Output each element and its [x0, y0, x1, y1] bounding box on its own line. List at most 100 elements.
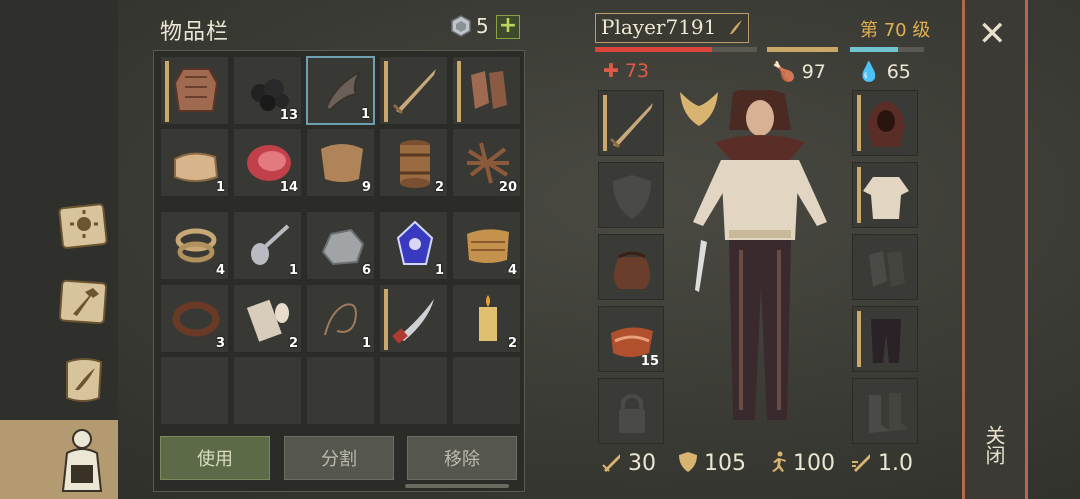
drumstick-icon: 🍗 — [772, 61, 796, 83]
food-value: 97 — [801, 61, 826, 83]
inventory-slot-candle[interactable]: 2 — [452, 284, 521, 353]
inventory-slot-fabric-roll[interactable]: 2 — [233, 284, 302, 353]
armor-value: 105 — [704, 451, 746, 476]
food-stat: 🍗 97 — [772, 60, 826, 83]
crystal-icon — [396, 220, 434, 265]
hood-icon — [867, 101, 905, 147]
tab-skills[interactable] — [52, 196, 116, 256]
inventory-slot-string[interactable]: 1 — [306, 284, 375, 353]
equip-slot-pants[interactable] — [852, 306, 918, 372]
edit-quill-icon[interactable] — [728, 18, 744, 36]
water-bar-fill — [850, 47, 899, 52]
equip-slot-pouch[interactable] — [598, 234, 664, 300]
attack-stat: 30 — [600, 450, 656, 476]
inventory-slot-saber[interactable] — [379, 284, 448, 353]
inventory-slot-sticks[interactable]: 20 — [452, 128, 521, 197]
quill-scroll-icon — [66, 358, 103, 402]
equip-slot-lock[interactable] — [598, 378, 664, 444]
inventory-slot-empty[interactable] — [160, 356, 229, 425]
armor-stat: 105 — [676, 450, 746, 476]
inventory-slot-empty[interactable] — [379, 356, 448, 425]
armor-shield-icon — [679, 452, 697, 472]
inventory-slot-barrel[interactable]: 2 — [379, 128, 448, 197]
tab-crafting[interactable] — [52, 272, 116, 332]
shield-empty-icon — [613, 175, 651, 219]
inventory-slot-empty[interactable] — [306, 356, 375, 425]
character-backpack-icon — [61, 429, 103, 492]
inventory-scrollbar[interactable] — [405, 484, 509, 488]
inventory-slot-dark-bow[interactable]: 1 — [306, 56, 375, 125]
gem-icon — [451, 15, 471, 37]
inventory-slot-leather[interactable]: 9 — [306, 128, 375, 197]
inventory-slot-leather-strap[interactable]: 3 — [160, 284, 229, 353]
hammer-scroll-icon — [58, 279, 108, 325]
equip-slot-hood[interactable] — [852, 90, 918, 156]
item-count: 9 — [361, 180, 371, 195]
sword-icon — [392, 69, 436, 115]
gambeson-icon — [173, 68, 219, 112]
equip-slot-shirt[interactable] — [852, 162, 918, 228]
item-count: 1 — [361, 336, 371, 351]
item-count: 4 — [507, 263, 517, 278]
close-button-label[interactable]: 关闭 — [982, 425, 1009, 465]
cloth-icon — [174, 152, 219, 182]
use-button[interactable]: 使用 — [160, 436, 270, 480]
attack-speed-value: 1.0 — [878, 451, 913, 476]
close-icon[interactable]: ✕ — [978, 14, 1007, 54]
equip-slot-shield-empty[interactable] — [598, 162, 664, 228]
leather-strap-icon — [172, 301, 220, 337]
inventory-slot-raw-meat[interactable]: 14 — [233, 128, 302, 197]
lock-icon — [619, 394, 645, 433]
health-cross-icon: ✚ — [603, 60, 619, 82]
candle-icon — [479, 295, 497, 341]
inventory-slot-gambeson[interactable] — [160, 56, 229, 125]
gloves-empty-icon — [869, 251, 905, 287]
string-icon — [324, 303, 357, 336]
split-button[interactable]: 分割 — [284, 436, 394, 480]
item-count: 2 — [507, 336, 517, 351]
remove-button[interactable]: 移除 — [407, 436, 517, 480]
speed-stat: 100 — [765, 450, 835, 476]
inventory-slot-spoon[interactable]: 1 — [233, 211, 302, 280]
equip-slot-bacon[interactable]: 15 — [598, 306, 664, 372]
character-model — [693, 90, 827, 420]
stone-icon — [321, 228, 365, 266]
equip-slot-gloves-empty[interactable] — [852, 234, 918, 300]
inventory-slot-crystal[interactable]: 1 — [379, 211, 448, 280]
leather-icon — [321, 144, 363, 182]
sun-scroll-icon — [58, 203, 108, 249]
item-count: 1 — [360, 107, 370, 122]
pouch-icon — [614, 251, 650, 289]
food-bar-fill — [767, 47, 838, 52]
item-count: 2 — [434, 180, 444, 195]
attack-value: 30 — [628, 451, 656, 476]
inventory-slot-sword[interactable] — [379, 56, 448, 125]
player-level: 第 70 级 — [860, 20, 931, 41]
fabric-roll-icon — [246, 299, 289, 342]
item-count: 1 — [288, 263, 298, 278]
spoon-icon — [251, 224, 290, 265]
inventory-slot-coal[interactable]: 13 — [233, 56, 302, 125]
inventory-slot-stone[interactable]: 6 — [306, 211, 375, 280]
inventory-slot-cloth[interactable]: 1 — [160, 128, 229, 197]
equip-slot-sword[interactable] — [598, 90, 664, 156]
tab-inventory[interactable] — [50, 424, 114, 496]
boots-empty-icon — [869, 393, 909, 433]
equip-slot-boots-empty[interactable] — [852, 378, 918, 444]
water-stat: 💧 65 — [857, 60, 911, 83]
tab-journal[interactable] — [52, 350, 116, 410]
inventory-slot-gloves[interactable] — [452, 56, 521, 125]
item-count: 2 — [288, 336, 298, 351]
sword-icon — [609, 103, 653, 149]
running-man-icon — [772, 451, 786, 472]
wings-emblem-icon — [680, 92, 718, 126]
currency-count: 5 — [476, 14, 489, 38]
inventory-slot-empty[interactable] — [452, 356, 521, 425]
add-currency-button[interactable]: + — [496, 15, 520, 39]
attack-sword-icon — [602, 454, 620, 472]
inventory-slot-empty[interactable] — [233, 356, 302, 425]
health-stat: ✚ 73 — [603, 60, 649, 82]
inventory-slot-rope[interactable]: 4 — [160, 211, 229, 280]
item-count: 20 — [498, 180, 517, 195]
inventory-slot-straw[interactable]: 4 — [452, 211, 521, 280]
